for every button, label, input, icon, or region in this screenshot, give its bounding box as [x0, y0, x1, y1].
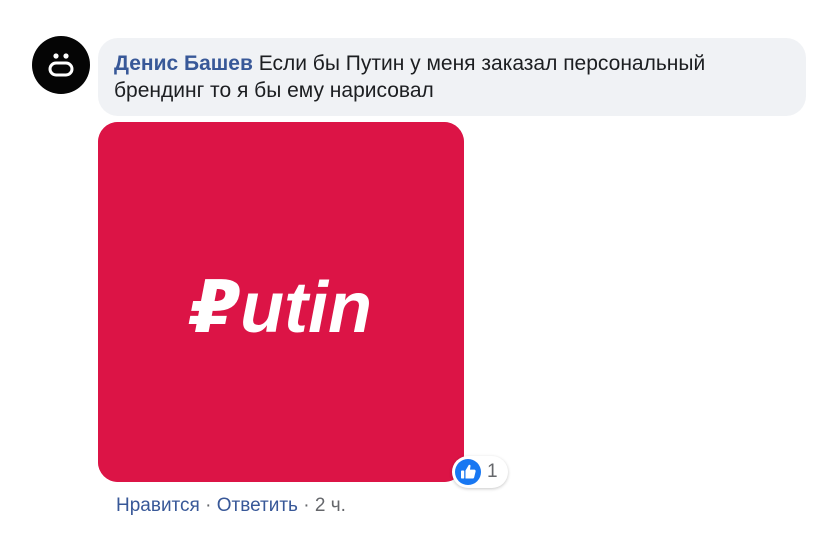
thumbs-up-icon	[455, 459, 481, 485]
like-link[interactable]: Нравится	[116, 495, 200, 516]
reaction-count: 1	[487, 461, 498, 482]
reply-link[interactable]: Ответить	[217, 495, 298, 516]
comment-actions-bar: Нравится · Ответить · 2 ч.	[116, 494, 346, 518]
separator-dot: ·	[303, 495, 310, 516]
comment-timestamp[interactable]: 2 ч.	[315, 495, 346, 516]
commenter-avatar[interactable]	[32, 36, 90, 94]
emoticon-face-icon	[48, 53, 74, 77]
brand-wordmark: ₽utin	[188, 268, 372, 348]
reaction-summary[interactable]: 1	[452, 456, 508, 488]
separator-dot: ·	[205, 495, 212, 516]
comment-image-attachment[interactable]: ₽utin	[98, 122, 464, 482]
putin-brand-logo-image: ₽utin	[98, 122, 464, 482]
comment-author-link[interactable]: Денис Башев	[114, 52, 253, 75]
comment-bubble: Денис Башев Если бы Путин у меня заказал…	[98, 38, 806, 116]
